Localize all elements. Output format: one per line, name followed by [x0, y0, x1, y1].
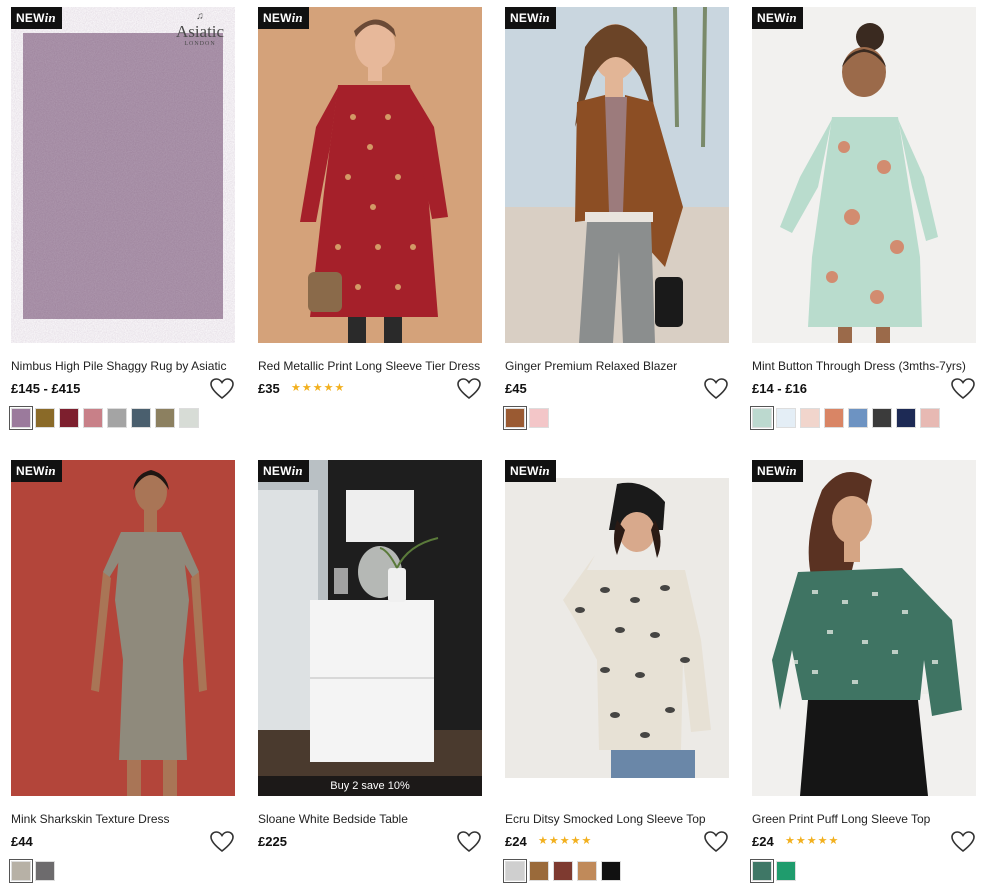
heart-icon[interactable] — [209, 830, 235, 854]
product-title[interactable]: Mint Button Through Dress (3mths-7yrs) — [752, 358, 976, 374]
product-card-green-top[interactable]: NEWin Green Print Puff Long Sleeve Top £… — [750, 460, 982, 883]
new-in-badge: NEWin — [752, 7, 803, 29]
colour-swatch[interactable] — [896, 408, 916, 428]
heart-icon[interactable] — [456, 830, 482, 854]
colour-swatch[interactable] — [920, 408, 940, 428]
green-top-image — [752, 460, 976, 796]
colour-swatch[interactable] — [553, 861, 573, 881]
new-in-badge: NEWin — [258, 460, 309, 482]
ecru-top-image — [505, 460, 729, 796]
colour-swatch[interactable] — [577, 861, 597, 881]
product-title[interactable]: Green Print Puff Long Sleeve Top — [752, 811, 976, 827]
product-card-mint-dress[interactable]: NEWin Mint Button Through Dress (3mths-7… — [750, 7, 982, 430]
colour-swatch[interactable] — [750, 859, 774, 883]
colour-swatch[interactable] — [776, 861, 796, 881]
colour-swatch[interactable] — [529, 408, 549, 428]
product-title[interactable]: Sloane White Bedside Table — [258, 811, 482, 827]
colour-swatch[interactable] — [776, 408, 796, 428]
mink-dress-image — [11, 460, 235, 796]
colour-swatch[interactable] — [503, 406, 527, 430]
heart-icon[interactable] — [703, 377, 729, 401]
heart-icon[interactable] — [209, 377, 235, 401]
product-image[interactable]: NEWin — [752, 7, 976, 343]
heart-icon[interactable] — [950, 377, 976, 401]
colour-swatch[interactable] — [35, 861, 55, 881]
new-in-badge: NEWin — [505, 460, 556, 482]
product-image[interactable]: NEWin — [752, 460, 976, 796]
product-price: £225 — [258, 834, 287, 849]
new-in-badge: NEWin — [11, 460, 62, 482]
heart-icon[interactable] — [703, 830, 729, 854]
colour-swatch[interactable] — [179, 408, 199, 428]
product-price: £145 - £415 — [11, 381, 81, 396]
product-title[interactable]: Mink Sharkskin Texture Dress — [11, 811, 235, 827]
colour-swatch[interactable] — [83, 408, 103, 428]
product-card-mink-dress[interactable]: NEWin Mink Sharkskin Texture Dress £44 — [9, 460, 241, 883]
heart-icon[interactable] — [950, 830, 976, 854]
colour-swatch[interactable] — [107, 408, 127, 428]
product-card-bedside[interactable]: Buy 2 save 10% NEWin Sloane White Bedsid… — [258, 460, 488, 861]
brand-logo: ♫ Asiatic LONDON — [175, 11, 225, 47]
product-card-red-dress[interactable]: NEWin Red Metallic Print Long Sleeve Tie… — [258, 7, 488, 408]
product-price: £35 — [258, 381, 280, 396]
product-image[interactable]: ♫ Asiatic LONDON NEWin — [11, 7, 235, 343]
star-rating: ★★★★★ — [785, 835, 840, 847]
colour-swatch[interactable] — [131, 408, 151, 428]
colour-swatches — [503, 859, 735, 883]
product-card-ecru-top[interactable]: NEWin Ecru Ditsy Smocked Long Sleeve Top… — [503, 460, 735, 883]
colour-swatch[interactable] — [529, 861, 549, 881]
product-price: £14 - £16 — [752, 381, 807, 396]
star-rating: ★★★★★ — [538, 835, 593, 847]
product-image[interactable]: Buy 2 save 10% NEWin — [258, 460, 482, 796]
colour-swatch[interactable] — [59, 408, 79, 428]
product-title[interactable]: Nimbus High Pile Shaggy Rug by Asiatic — [11, 358, 235, 374]
colour-swatch[interactable] — [155, 408, 175, 428]
colour-swatch[interactable] — [35, 408, 55, 428]
rug-image — [11, 7, 235, 343]
colour-swatches — [9, 859, 241, 883]
red-dress-image — [258, 7, 482, 343]
product-price: £45 — [505, 381, 527, 396]
promo-banner: Buy 2 save 10% — [258, 776, 482, 796]
colour-swatch[interactable] — [750, 406, 774, 430]
product-price: £24 — [505, 834, 527, 849]
colour-swatch[interactable] — [503, 859, 527, 883]
blazer-image — [505, 7, 729, 343]
product-card-blazer[interactable]: NEWin Ginger Premium Relaxed Blazer £45 — [503, 7, 735, 430]
new-in-badge: NEWin — [752, 460, 803, 482]
colour-swatch[interactable] — [824, 408, 844, 428]
product-price: £44 — [11, 834, 33, 849]
colour-swatches — [503, 406, 735, 430]
colour-swatch[interactable] — [601, 861, 621, 881]
product-image[interactable]: NEWin — [505, 7, 729, 343]
heart-icon[interactable] — [456, 377, 482, 401]
colour-swatch[interactable] — [848, 408, 868, 428]
new-in-badge: NEWin — [258, 7, 309, 29]
product-title[interactable]: Ecru Ditsy Smocked Long Sleeve Top — [505, 811, 729, 827]
product-title[interactable]: Red Metallic Print Long Sleeve Tier Dres… — [258, 358, 482, 374]
colour-swatch[interactable] — [872, 408, 892, 428]
product-card-rug[interactable]: ♫ Asiatic LONDON NEWin Nimbus High Pile … — [9, 7, 241, 430]
product-image[interactable]: NEWin — [505, 460, 729, 796]
mint-dress-image — [752, 7, 976, 343]
new-in-badge: NEWin — [11, 7, 62, 29]
star-rating: ★★★★★ — [291, 382, 346, 394]
colour-swatch[interactable] — [9, 859, 33, 883]
colour-swatch[interactable] — [9, 406, 33, 430]
new-in-badge: NEWin — [505, 7, 556, 29]
colour-swatch[interactable] — [800, 408, 820, 428]
colour-swatches — [750, 859, 982, 883]
product-price: £24 — [752, 834, 774, 849]
colour-swatches — [9, 406, 241, 430]
bedside-table-image — [258, 460, 482, 796]
product-image[interactable]: NEWin — [258, 7, 482, 343]
product-title[interactable]: Ginger Premium Relaxed Blazer — [505, 358, 729, 374]
colour-swatches — [750, 406, 982, 430]
product-image[interactable]: NEWin — [11, 460, 235, 796]
